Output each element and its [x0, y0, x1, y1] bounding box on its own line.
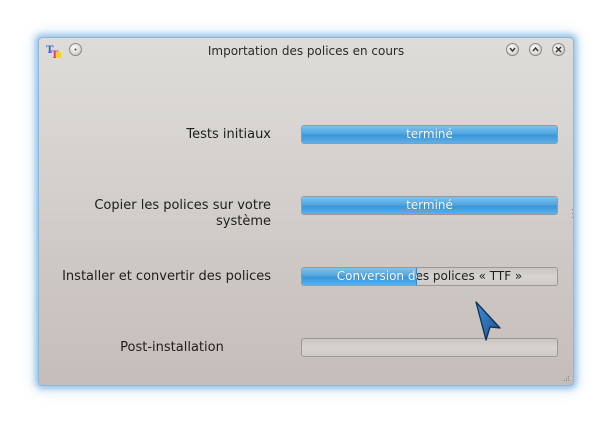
mouse-cursor-icon	[475, 301, 501, 341]
progress-bar-initial-tests: terminé terminé	[301, 125, 558, 144]
maximize-icon	[532, 46, 539, 52]
progress-status	[302, 339, 557, 356]
titlebar[interactable]: T T Importation des polices en cours	[39, 38, 573, 64]
progress-bar-copy-fonts: terminé terminé	[301, 196, 558, 215]
close-icon	[555, 46, 562, 53]
step-label-initial-tests: Tests initiaux	[186, 127, 271, 142]
minimize-icon	[509, 47, 516, 53]
progress-bar-post-install	[301, 338, 558, 357]
step-label-copy-fonts: Copier les polices sur votre système	[94, 198, 271, 229]
progress-status-on-fill: terminé	[406, 127, 453, 141]
progress-status-on-fill: terminé	[406, 198, 453, 212]
close-button[interactable]	[552, 43, 565, 56]
progress-text-clip: terminé	[302, 126, 557, 143]
progress-status-on-fill: Conversion des polices « TTF »	[336, 269, 417, 283]
step-label-post-install: Post-installation	[120, 340, 224, 355]
progress-text-clip: Conversion des polices « TTF »	[302, 268, 417, 285]
progress-bar-install-convert: Conversion des polices « TTF » Conversio…	[301, 267, 558, 286]
window-title: Importation des polices en cours	[207, 44, 405, 58]
minimize-button[interactable]	[506, 43, 519, 56]
progress-text-clip: terminé	[302, 197, 557, 214]
resize-edge-handle[interactable]	[571, 209, 574, 218]
resize-grip[interactable]	[564, 376, 570, 382]
step-label-install-convert: Installer et convertir des polices	[62, 269, 271, 284]
maximize-button[interactable]	[529, 43, 542, 56]
